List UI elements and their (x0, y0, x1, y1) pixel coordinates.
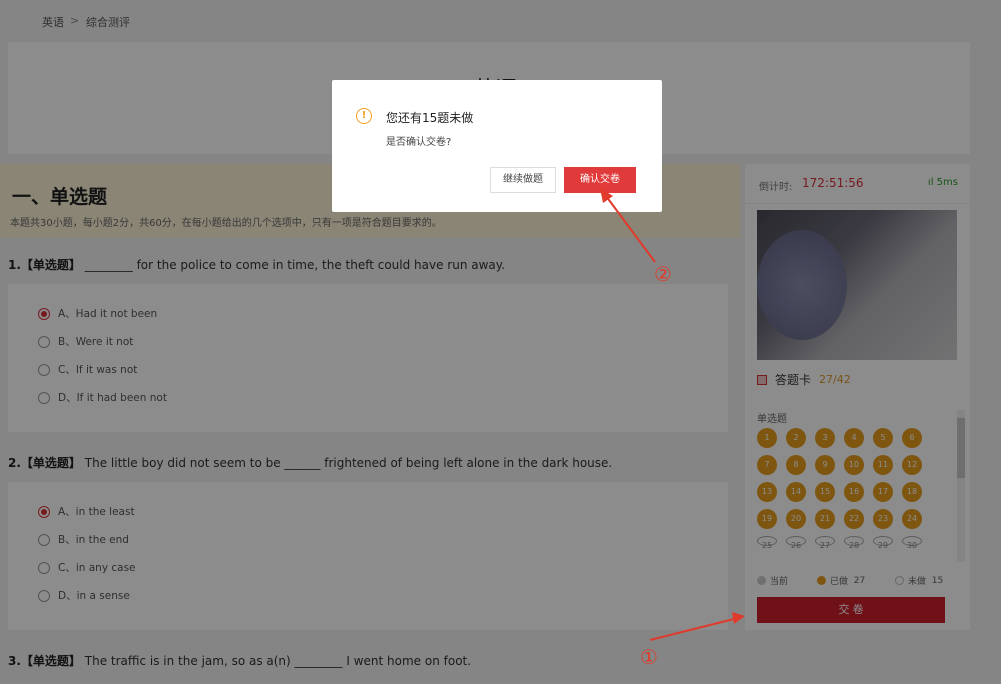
dialog-message: 您还有15题未做 (386, 111, 474, 125)
dialog-question: 是否确认交卷? (386, 137, 452, 148)
warning-icon: ! (356, 108, 372, 124)
confirm-submit-button[interactable]: 确认交卷 (564, 167, 636, 193)
annotation-marker-2: ② (654, 262, 672, 286)
continue-button[interactable]: 继续做题 (490, 167, 556, 193)
confirm-submit-dialog: ! 您还有15题未做 是否确认交卷? 继续做题 确认交卷 (332, 80, 662, 212)
annotation-marker-1: ① (640, 645, 658, 669)
